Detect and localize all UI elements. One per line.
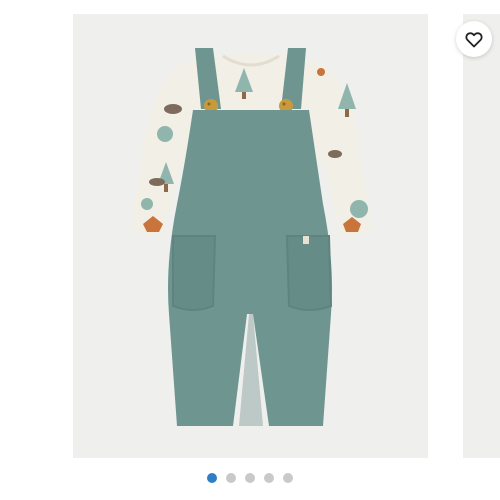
- pagination-dot[interactable]: [245, 473, 255, 483]
- heart-outline-icon: [465, 32, 483, 48]
- pagination-dot[interactable]: [207, 473, 217, 483]
- product-photo: [131, 48, 371, 426]
- pagination-dot[interactable]: [264, 473, 274, 483]
- next-product-image-peek[interactable]: [463, 14, 500, 458]
- favorite-button[interactable]: [456, 21, 492, 57]
- pagination-dot[interactable]: [283, 473, 293, 483]
- product-image-carousel[interactable]: [0, 0, 500, 500]
- carousel-pagination: [0, 473, 500, 485]
- pagination-dot[interactable]: [226, 473, 236, 483]
- product-image-main[interactable]: [73, 14, 428, 458]
